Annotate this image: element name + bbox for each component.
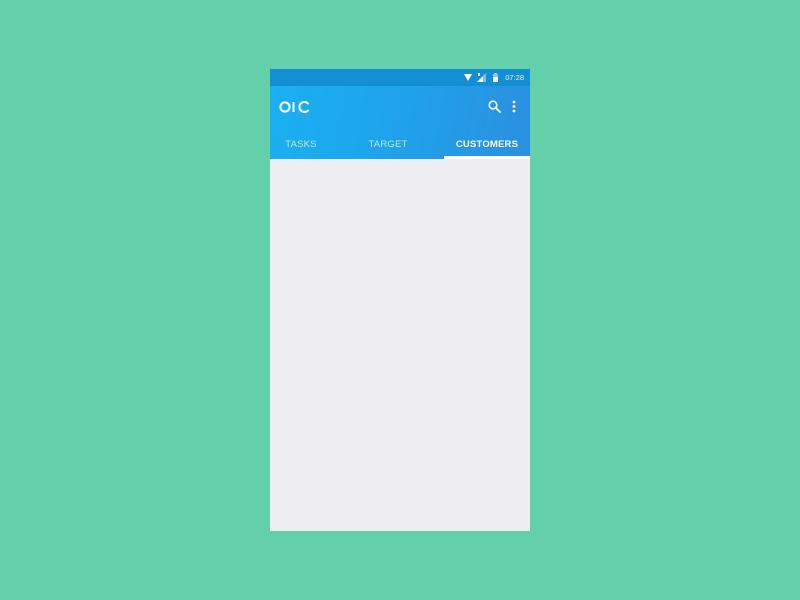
app-logo — [279, 97, 313, 115]
phone-screen: 07:28 TASKS TARGET CUSTOMERS — [270, 69, 530, 531]
battery-icon — [491, 73, 500, 82]
more-vert-icon — [512, 100, 516, 112]
tab-label: TARGET — [368, 139, 408, 150]
tab-label: CUSTOMERS — [455, 139, 519, 150]
toolbar — [270, 86, 530, 126]
tab-label: TASKS — [285, 139, 317, 150]
more-options-button[interactable] — [506, 98, 522, 114]
app-bar: TASKS TARGET CUSTOMERS — [270, 86, 530, 159]
tab-customers[interactable]: CUSTOMERS — [444, 130, 530, 159]
signal-icon — [477, 73, 487, 82]
search-icon — [487, 99, 501, 113]
customers-content-area — [270, 159, 530, 531]
status-time: 07:28 — [505, 73, 524, 82]
status-bar: 07:28 — [270, 69, 530, 86]
search-button[interactable] — [486, 98, 502, 114]
tab-bar: TASKS TARGET CUSTOMERS — [270, 130, 530, 159]
tab-tasks[interactable]: TASKS — [270, 130, 332, 159]
wifi-icon — [463, 73, 472, 82]
oic-logo-icon — [279, 101, 309, 113]
tab-target[interactable]: TARGET — [332, 130, 444, 159]
